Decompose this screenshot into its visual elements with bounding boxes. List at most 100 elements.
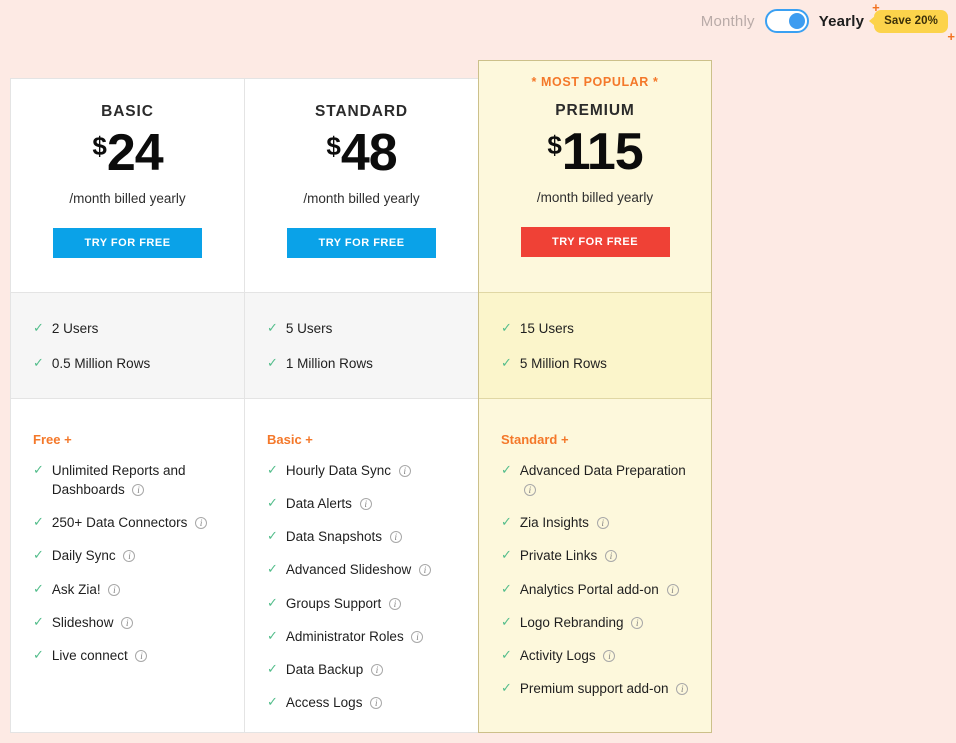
- info-icon[interactable]: i: [135, 650, 147, 662]
- limit-item: ✓ 2 Users: [33, 319, 244, 338]
- price-amount: 48: [341, 127, 397, 179]
- info-icon[interactable]: i: [524, 484, 536, 496]
- pricing-card-premium: * MOST POPULAR *PREMIUM$115/month billed…: [478, 60, 712, 733]
- billing-period-text: /month billed yearly: [479, 190, 711, 205]
- check-icon: ✓: [33, 461, 44, 480]
- check-icon: ✓: [267, 660, 278, 679]
- check-icon: ✓: [501, 461, 512, 480]
- check-icon: ✓: [267, 527, 278, 546]
- feature-item-label: Administrator Roles i: [286, 627, 464, 646]
- feature-item-label: Slideshow i: [52, 613, 230, 632]
- info-icon[interactable]: i: [370, 697, 382, 709]
- check-icon: ✓: [267, 693, 278, 712]
- price-amount: 115: [562, 126, 643, 178]
- billing-monthly-label[interactable]: Monthly: [701, 13, 755, 30]
- limit-item: ✓ 15 Users: [501, 319, 711, 338]
- info-icon[interactable]: i: [360, 498, 372, 510]
- check-icon: ✓: [33, 580, 44, 599]
- billing-period-toggle[interactable]: [765, 9, 809, 33]
- plan-price: $24: [11, 127, 244, 179]
- check-icon: ✓: [33, 546, 44, 565]
- plan-limits: ✓5 Users✓1 Million Rows: [245, 292, 478, 399]
- cta-button[interactable]: TRY FOR FREE: [287, 228, 436, 258]
- plan-name: PREMIUM: [479, 102, 711, 120]
- feature-item-label: Data Backup i: [286, 660, 464, 679]
- billing-period-text: /month billed yearly: [11, 191, 244, 206]
- feature-item-label: 250+ Data Connectors i: [52, 513, 230, 532]
- plan-limits: ✓ 15 Users✓ 5 Million Rows: [479, 292, 711, 399]
- info-icon[interactable]: i: [371, 664, 383, 676]
- info-icon[interactable]: i: [399, 465, 411, 477]
- plan-features: Standard + ✓ Advanced Data Preparation i ✓ Z…: [479, 399, 711, 732]
- features-heading: Standard +: [501, 432, 697, 447]
- info-icon[interactable]: i: [121, 617, 133, 629]
- sparkle-icon-bottom: +: [947, 30, 955, 43]
- info-icon[interactable]: i: [631, 617, 643, 629]
- cta-button[interactable]: TRY FOR FREE: [53, 228, 202, 258]
- info-icon[interactable]: i: [676, 683, 688, 695]
- feature-item-label: Activity Logs i: [520, 646, 697, 665]
- feature-item-label: Live connect i: [52, 646, 230, 665]
- check-icon: ✓: [267, 354, 278, 373]
- info-icon[interactable]: i: [390, 531, 402, 543]
- cta-button[interactable]: TRY FOR FREE: [521, 227, 670, 257]
- check-icon: ✓: [501, 319, 512, 338]
- info-icon[interactable]: i: [605, 550, 617, 562]
- info-icon[interactable]: i: [419, 564, 431, 576]
- limit-item-label: 15 Users: [520, 319, 711, 338]
- feature-item: ✓Hourly Data Sync i: [267, 461, 464, 480]
- feature-item-label: Data Snapshots i: [286, 527, 464, 546]
- info-icon[interactable]: i: [603, 650, 615, 662]
- info-icon[interactable]: i: [389, 598, 401, 610]
- feature-item-label: Private Links i: [520, 546, 697, 565]
- features-heading: Free +: [33, 432, 230, 447]
- feature-item: ✓ Zia Insights i: [501, 513, 697, 532]
- plan-name: BASIC: [11, 103, 244, 121]
- plan-price: $48: [245, 127, 478, 179]
- check-icon: ✓: [501, 679, 512, 698]
- check-icon: ✓: [501, 613, 512, 632]
- feature-item: ✓Live connect i: [33, 646, 230, 665]
- feature-item: ✓Ask Zia! i: [33, 580, 230, 599]
- feature-item-label: Premium support add-on i: [520, 679, 697, 698]
- features-heading: Basic +: [267, 432, 464, 447]
- billing-yearly-label[interactable]: Yearly: [819, 13, 864, 30]
- check-icon: ✓: [33, 319, 44, 338]
- check-icon: ✓: [501, 513, 512, 532]
- check-icon: ✓: [33, 354, 44, 373]
- currency-symbol: $: [547, 132, 561, 158]
- feature-item-label: Advanced Slideshow i: [286, 560, 464, 579]
- feature-item: ✓250+ Data Connectors i: [33, 513, 230, 532]
- limit-item-label: 2 Users: [52, 319, 244, 338]
- feature-item-label: Analytics Portal add-on i: [520, 580, 697, 599]
- feature-item-label: Advanced Data Preparation i: [520, 461, 697, 499]
- feature-item-label: Groups Support i: [286, 594, 464, 613]
- card-header: * MOST POPULAR *PREMIUM$115/month billed…: [479, 61, 711, 292]
- feature-item: ✓ Logo Rebranding i: [501, 613, 697, 632]
- info-icon[interactable]: i: [123, 550, 135, 562]
- feature-item: ✓ Daily Sync i: [33, 546, 230, 565]
- feature-item-label: Daily Sync i: [52, 546, 230, 565]
- currency-symbol: $: [92, 133, 106, 159]
- feature-item-label: Hourly Data Sync i: [286, 461, 464, 480]
- save-badge: Save 20%: [874, 10, 948, 33]
- feature-item: ✓Private Links i: [501, 546, 697, 565]
- feature-item-label: Logo Rebranding i: [520, 613, 697, 632]
- pricing-card-standard: STANDARD$48/month billed yearlyTRY FOR F…: [244, 78, 478, 733]
- feature-item: ✓Administrator Roles i: [267, 627, 464, 646]
- feature-item-label: Zia Insights i: [520, 513, 697, 532]
- feature-item: ✓Analytics Portal add-on i: [501, 580, 697, 599]
- info-icon[interactable]: i: [132, 484, 144, 496]
- check-icon: ✓: [267, 594, 278, 613]
- info-icon[interactable]: i: [597, 517, 609, 529]
- info-icon[interactable]: i: [667, 584, 679, 596]
- save-badge-wrapper: + Save 20% +: [874, 10, 948, 33]
- info-icon[interactable]: i: [411, 631, 423, 643]
- limit-item-label: 5 Million Rows: [520, 354, 711, 373]
- feature-item: ✓Unlimited Reports and Dashboards i: [33, 461, 230, 499]
- limit-item: ✓0.5 Million Rows: [33, 354, 244, 373]
- billing-period-bar: Monthly Yearly + Save 20% +: [0, 0, 956, 42]
- info-icon[interactable]: i: [195, 517, 207, 529]
- info-icon[interactable]: i: [108, 584, 120, 596]
- feature-item: ✓ Data Snapshots i: [267, 527, 464, 546]
